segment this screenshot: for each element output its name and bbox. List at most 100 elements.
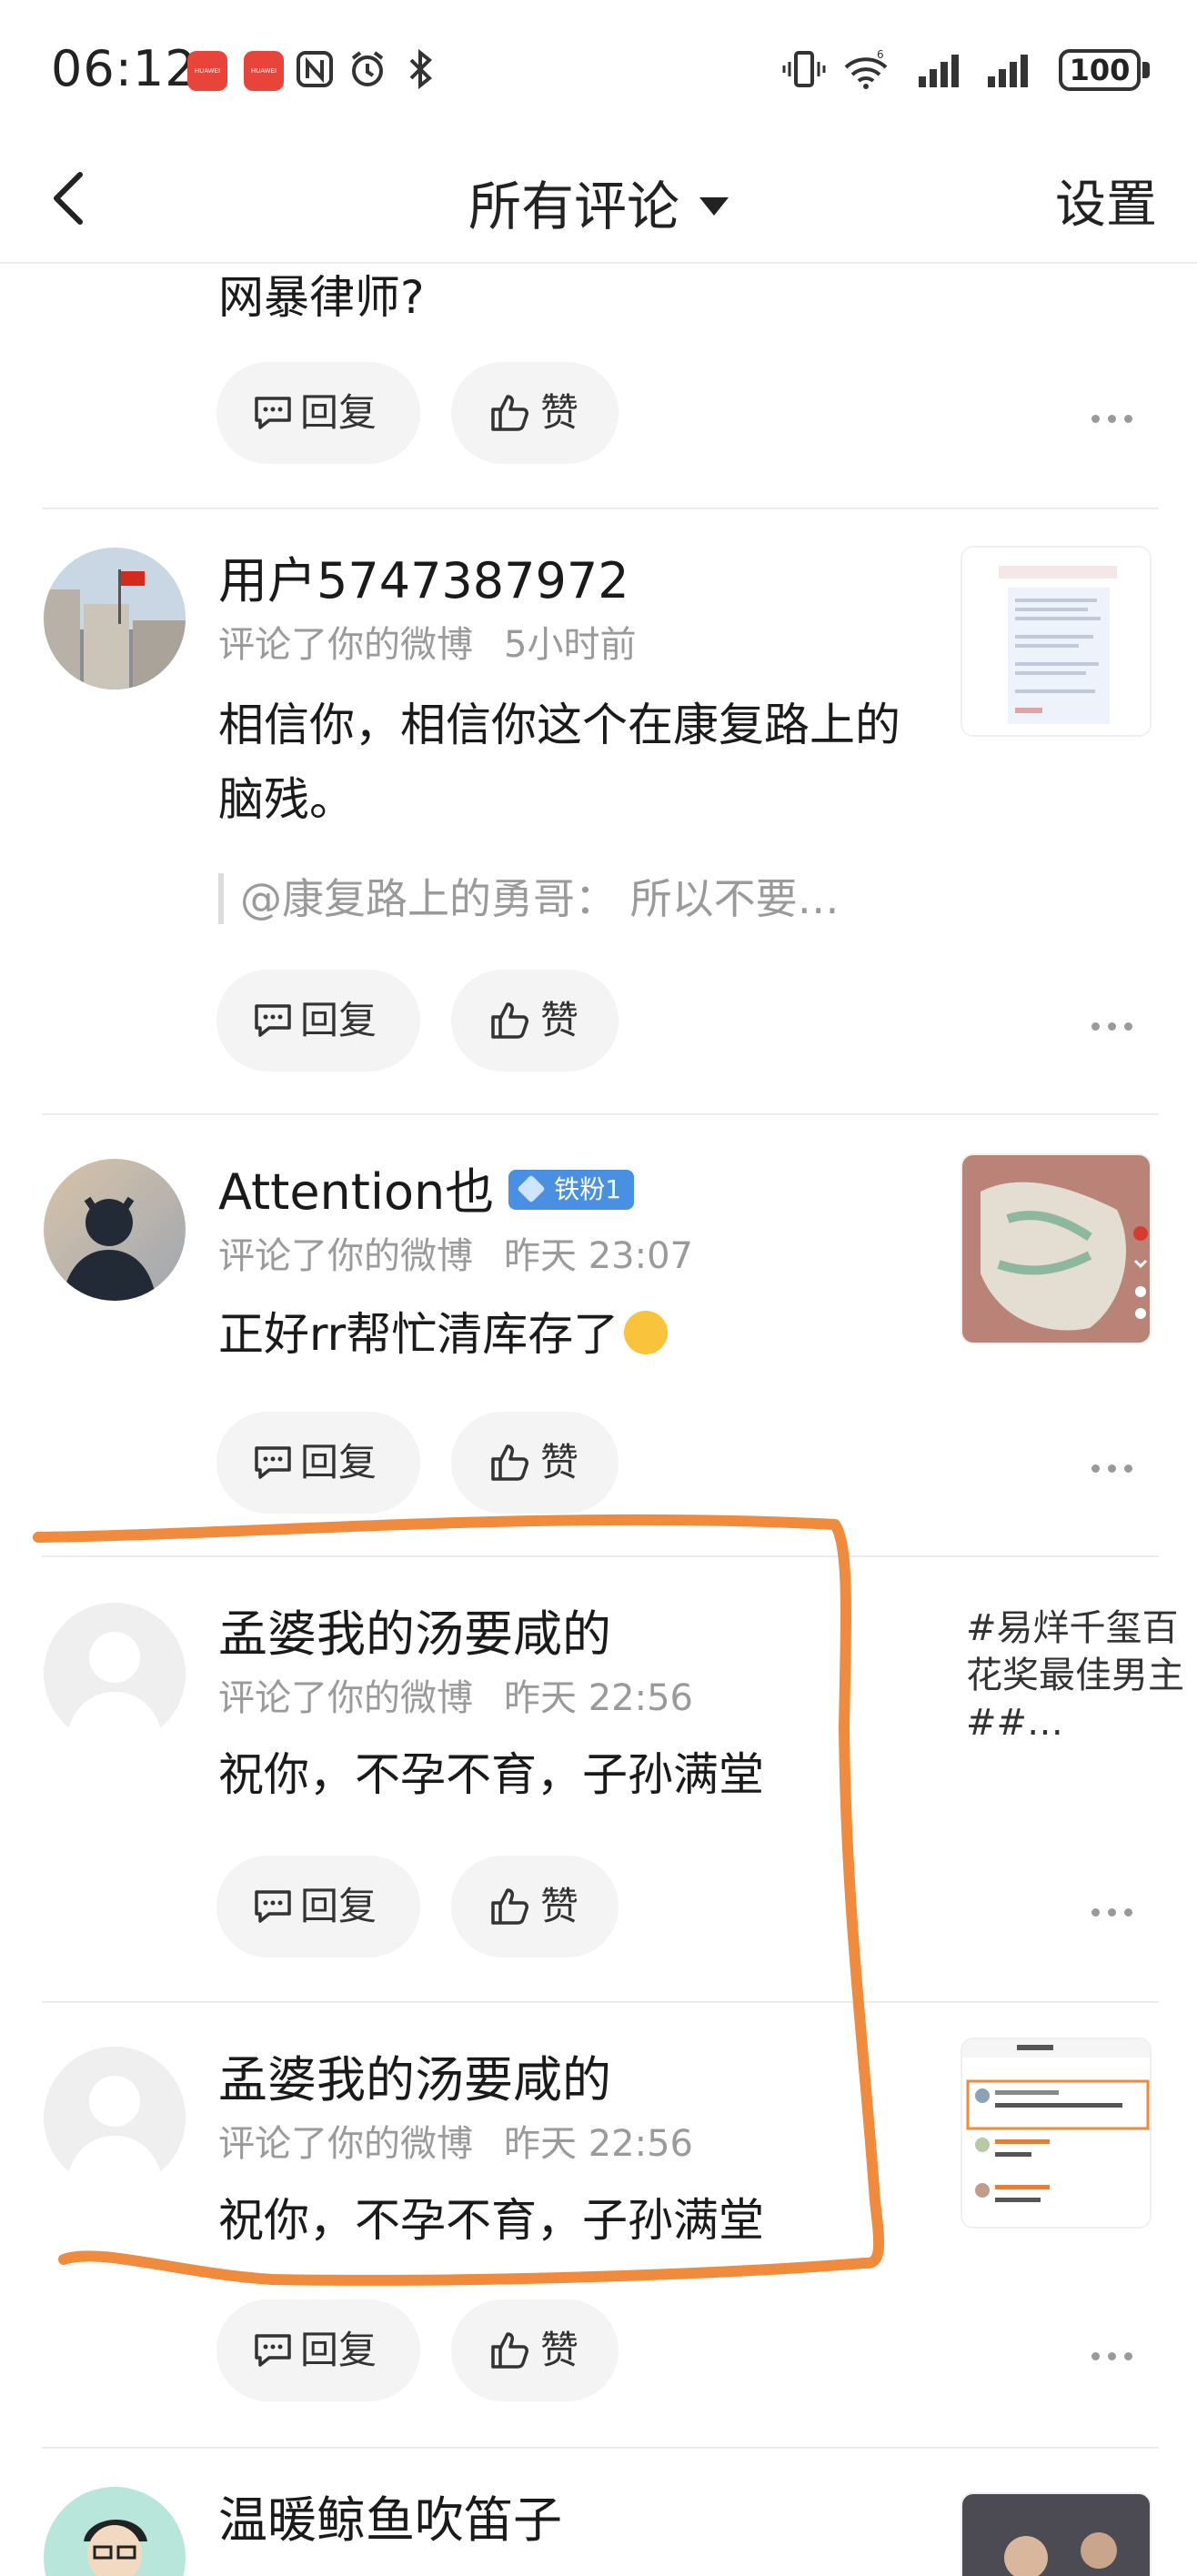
battery-icon: 100 xyxy=(1059,49,1141,91)
settings-button[interactable]: 设置 xyxy=(1055,164,1157,237)
avatar[interactable] xyxy=(44,1603,186,1745)
reply-label: 回复 xyxy=(300,998,377,1042)
vibrate-icon xyxy=(782,51,826,87)
status-time: 06:12 xyxy=(51,40,197,97)
comment-item: 网暴律师? 回复 赞 xyxy=(0,266,1197,508)
reply-button[interactable]: 回复 xyxy=(216,2299,420,2401)
comment-username[interactable]: 孟婆我的汤要咸的 xyxy=(218,2039,611,2111)
reply-button[interactable]: 回复 xyxy=(216,362,420,464)
top-nav-bar: 所有评论 设置 xyxy=(0,136,1197,264)
like-button[interactable]: 赞 xyxy=(451,1412,619,1514)
bluetooth-icon xyxy=(409,48,432,90)
alarm-icon xyxy=(351,51,384,86)
comment-meta: 评论了你的微博 昨天 23:07 xyxy=(218,1226,693,1279)
default-avatar-icon xyxy=(44,2047,186,2189)
comment-username[interactable]: 用户5747387972 xyxy=(218,540,629,612)
tongue-emoji-icon xyxy=(624,1310,669,1354)
comment-filter-dropdown[interactable]: 所有评论 xyxy=(0,164,1197,240)
reply-label: 回复 xyxy=(300,1884,377,1928)
reply-label: 回复 xyxy=(300,2328,377,2372)
more-options-icon[interactable] xyxy=(1091,1905,1135,1919)
quoted-post[interactable]: @康复路上的勇哥： 所以不要… xyxy=(218,873,840,924)
post-thumbnail[interactable] xyxy=(961,2492,1152,2576)
post-thumbnail[interactable] xyxy=(961,1153,1152,1344)
comment-timestamp: 昨天 22:56 xyxy=(504,2123,693,2165)
more-options-icon[interactable] xyxy=(1091,411,1135,426)
comment-username[interactable]: 温暖鲸鱼吹笛子 xyxy=(218,2480,562,2551)
reply-button[interactable]: 回复 xyxy=(216,1412,420,1514)
reply-label: 回复 xyxy=(300,1440,377,1484)
post-topic-preview[interactable]: #易烊千玺百花奖最佳男主##… xyxy=(966,1605,1184,1746)
like-button[interactable]: 赞 xyxy=(451,970,619,1072)
comment-icon xyxy=(255,1004,291,1037)
status-bar: 06:12 HUAWEI HUAWEI 6 100 xyxy=(0,0,1197,136)
comment-item: 温暖鲸鱼吹笛子 xyxy=(0,2449,1197,2576)
thumbs-up-icon xyxy=(491,1002,528,1039)
thumbnail-image xyxy=(962,1155,1150,1343)
comment-action: 评论了你的微博 xyxy=(218,1235,473,1277)
fan-badge[interactable]: 铁粉1 xyxy=(508,1170,635,1211)
like-button[interactable]: 赞 xyxy=(451,362,619,464)
reply-button[interactable]: 回复 xyxy=(216,1856,420,1957)
comment-username[interactable]: Attention也 铁粉1 xyxy=(218,1152,635,1223)
avatar-image xyxy=(44,548,186,689)
comment-content: 相信你，相信你这个在康复路上的脑残。 xyxy=(218,699,900,826)
comment-content-text: 正好rr帮忙清库存了 xyxy=(218,1308,619,1361)
page-title: 所有评论 xyxy=(468,176,679,237)
comment-content: 祝你，不孕不育，子孙满堂 xyxy=(218,2194,764,2247)
thumbnail-image xyxy=(962,548,1150,735)
like-label: 赞 xyxy=(540,390,579,435)
comment-meta: 评论了你的微博 昨天 22:56 xyxy=(218,1668,693,1721)
thumbs-up-icon xyxy=(491,1888,528,1925)
nfc-icon xyxy=(297,51,333,87)
network-type-label: 6 xyxy=(877,48,884,61)
comment-username-text: Attention也 xyxy=(218,1163,495,1221)
comment-meta: 评论了你的微博 昨天 22:56 xyxy=(218,2114,693,2167)
post-thumbnail[interactable] xyxy=(961,2038,1152,2229)
comment-action: 评论了你的微博 xyxy=(218,624,473,666)
thumbs-up-icon xyxy=(491,395,528,431)
comment-timestamp: 5小时前 xyxy=(504,624,637,666)
chevron-down-icon xyxy=(699,196,729,216)
huawei-app-icon: HUAWEI xyxy=(244,51,284,91)
like-label: 赞 xyxy=(540,1440,579,1484)
battery-tip xyxy=(1142,62,1150,78)
avatar[interactable] xyxy=(44,548,186,689)
thumbs-up-icon xyxy=(491,2332,528,2369)
thumbnail-image xyxy=(962,2039,1150,2227)
comment-meta: 评论了你的微博 5小时前 xyxy=(218,615,636,668)
comment-item: 孟婆我的汤要咸的 评论了你的微博 昨天 22:56 祝你，不孕不育，子孙满堂 回复… xyxy=(0,1557,1197,2001)
more-options-icon[interactable] xyxy=(1091,2349,1135,2363)
comment-icon xyxy=(255,2334,291,2367)
comment-content: 祝你，不孕不育，子孙满堂 xyxy=(218,1748,764,1801)
like-button[interactable]: 赞 xyxy=(451,1856,619,1957)
post-thumbnail[interactable] xyxy=(961,546,1152,737)
comment-content: 正好rr帮忙清库存了 xyxy=(218,1297,928,1372)
comment-icon xyxy=(255,1890,291,1923)
avatar[interactable] xyxy=(44,1159,186,1301)
comment-username[interactable]: 孟婆我的汤要咸的 xyxy=(218,1594,611,1665)
like-label: 赞 xyxy=(540,998,579,1042)
reply-button[interactable]: 回复 xyxy=(216,970,420,1072)
like-button[interactable]: 赞 xyxy=(451,2299,619,2401)
avatar-image xyxy=(44,2487,186,2576)
comment-action: 评论了你的微博 xyxy=(218,1677,473,1719)
comment-feed[interactable]: 网暴律师? 回复 赞 用户5747387972 评论了你的微博 5小时前 相信你… xyxy=(0,266,1197,2576)
more-options-icon[interactable] xyxy=(1091,1019,1135,1033)
huawei-app-icon: HUAWEI xyxy=(187,51,227,91)
like-label: 赞 xyxy=(540,2328,579,2372)
like-label: 赞 xyxy=(540,1884,579,1928)
comment-item: 用户5747387972 评论了你的微博 5小时前 相信你，相信你这个在康复路上的… xyxy=(0,509,1197,1113)
thumbs-up-icon xyxy=(491,1444,528,1481)
avatar-image xyxy=(44,1159,186,1301)
comment-icon xyxy=(255,1446,291,1479)
more-options-icon[interactable] xyxy=(1091,1461,1135,1475)
avatar[interactable] xyxy=(44,2047,186,2189)
thumbnail-image xyxy=(962,2494,1150,2576)
signal-icon-sim1 xyxy=(919,55,959,87)
signal-icon-sim2 xyxy=(988,55,1028,87)
avatar[interactable] xyxy=(44,2487,186,2576)
wifi-icon: 6 xyxy=(844,48,888,89)
comment-item: Attention也 铁粉1 评论了你的微博 昨天 23:07 正好rr帮忙清库存了… xyxy=(0,1115,1197,1555)
comment-action: 评论了你的微博 xyxy=(218,2123,473,2165)
